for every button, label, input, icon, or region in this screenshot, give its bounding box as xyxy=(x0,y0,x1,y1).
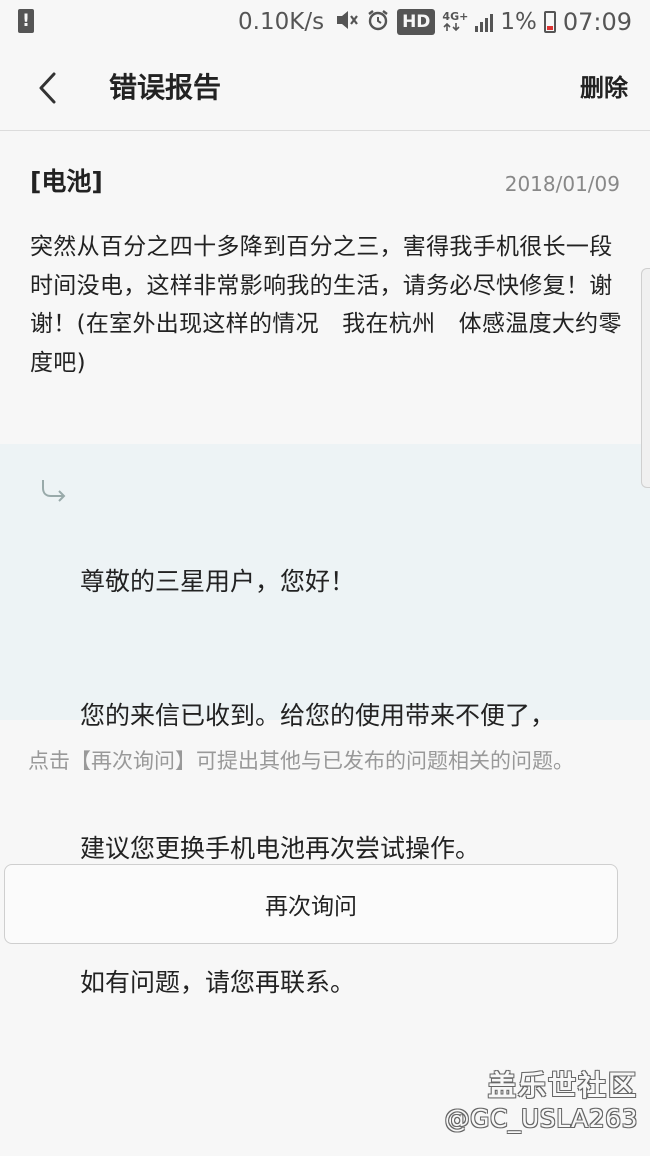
ask-again-hint: 点击【再次询问】可提出其他与已发布的问题相关的问题。 xyxy=(28,749,574,773)
reply-line: 您的来信已收到。给您的使用带来不便了， xyxy=(80,700,556,730)
scrollbar-handle[interactable] xyxy=(641,268,650,488)
network-speed: 0.10K/s xyxy=(238,9,325,35)
hd-badge: HD xyxy=(397,9,436,35)
signal-icon xyxy=(475,12,494,32)
status-bar: ! 0.10K/s HD 4G+ 1% 07:09 xyxy=(0,0,650,44)
reply-line: 如有问题，请您再联系。 xyxy=(80,967,356,997)
reply-line: 尊敬的三星用户，您好！ xyxy=(80,567,356,596)
battery-percent: 1% xyxy=(500,9,537,35)
status-indicators: 0.10K/s HD 4G+ 1% 07:09 xyxy=(238,6,632,38)
network-type: 4G+ xyxy=(442,11,468,34)
delete-button[interactable]: 删除 xyxy=(580,68,628,108)
back-button[interactable] xyxy=(30,68,70,108)
reply-text: 尊敬的三星用户，您好！ 您的来信已收到。给您的使用带来不便了， 建议您更换手机电… xyxy=(80,471,600,1094)
page-title: 错误报告 xyxy=(109,71,222,104)
battery-icon xyxy=(543,11,556,33)
report-body: 突然从百分之四十多降到百分之三，害得我手机很长一段时间没电，这样非常影响我的生活… xyxy=(30,234,622,376)
watermark-name: 盖乐世社区 xyxy=(487,1069,638,1102)
clock: 07:09 xyxy=(562,8,632,36)
reply-arrow-icon xyxy=(42,480,66,502)
warning-icon: ! xyxy=(18,9,34,33)
watermark-handle: @GC_USLA263 xyxy=(444,1104,638,1133)
mute-icon xyxy=(335,9,359,36)
chevron-left-icon xyxy=(39,72,56,104)
report-category: [电池] xyxy=(30,167,103,196)
app-header: 错误报告 删除 xyxy=(0,44,650,131)
report-date: 2018/01/09 xyxy=(504,172,620,196)
reply-panel: 尊敬的三星用户，您好！ 您的来信已收到。给您的使用带来不便了， 建议您更换手机电… xyxy=(0,444,650,997)
alarm-icon xyxy=(366,8,390,37)
ask-again-button[interactable]: 再次询问 xyxy=(4,864,618,944)
